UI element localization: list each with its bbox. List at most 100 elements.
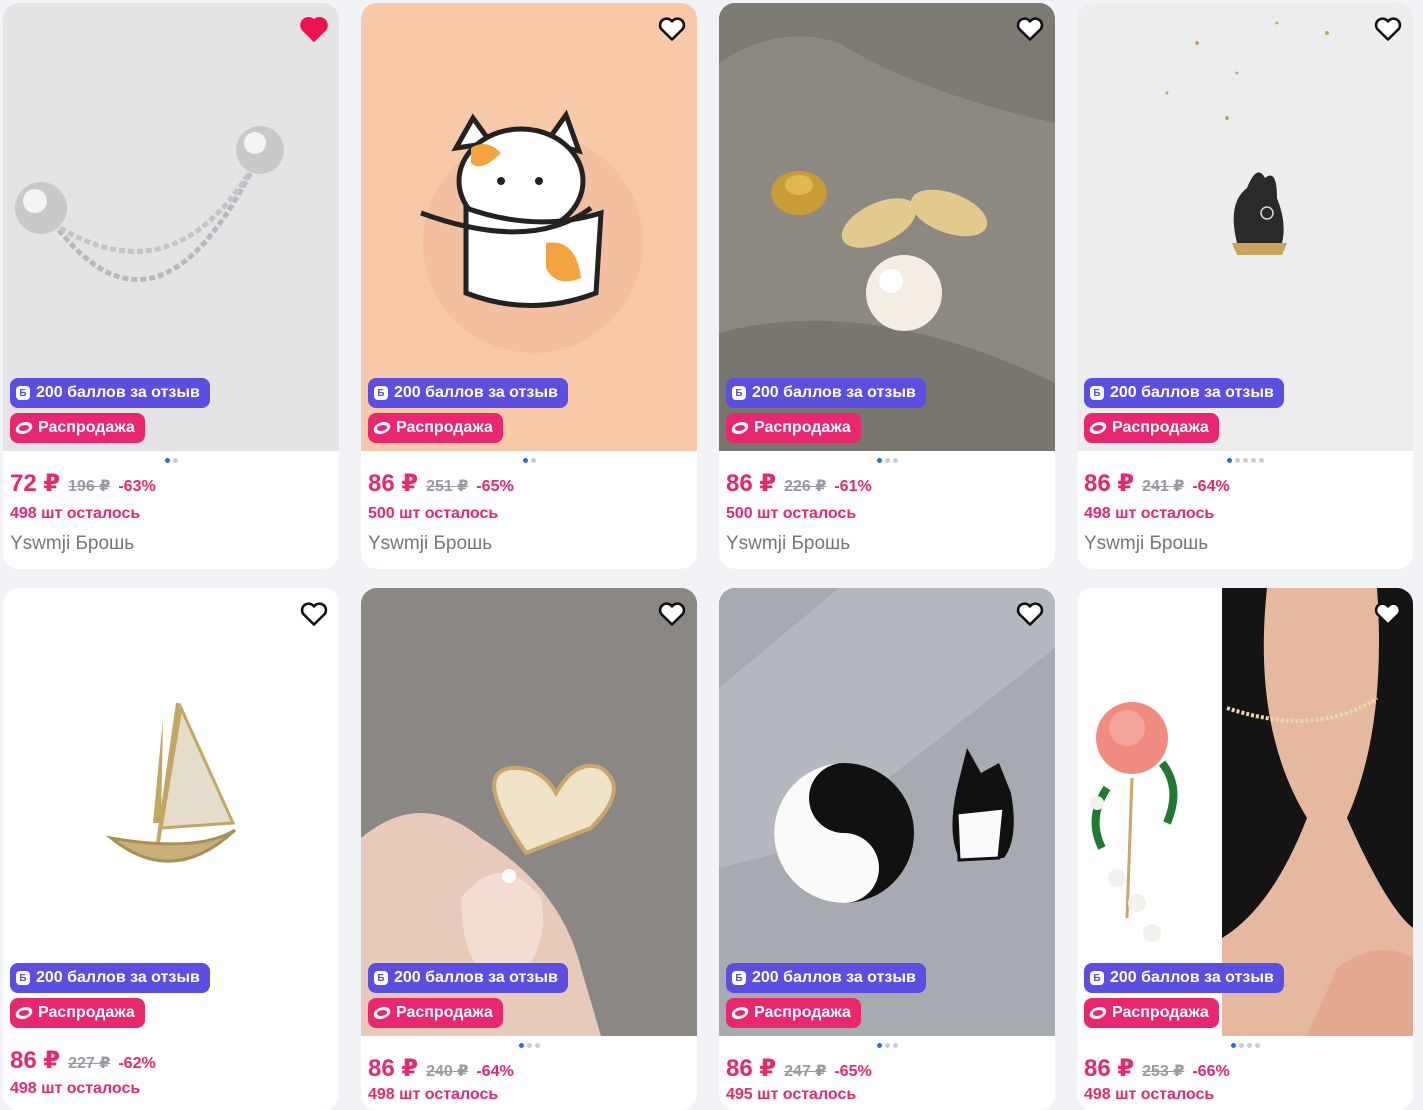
review-reward-badge: Б 200 баллов за отзыв — [1084, 378, 1284, 408]
product-card[interactable]: Б 200 баллов за отзыв Распродажа 86 ₽ 226… — [719, 3, 1055, 569]
sale-icon — [729, 1007, 751, 1019]
pagination-dot — [884, 458, 890, 463]
image-pagination — [1077, 1043, 1413, 1048]
old-price: 227 ₽ — [68, 1055, 111, 1072]
product-card[interactable]: Б 200 баллов за отзыв Распродажа 86 ₽ 251… — [361, 3, 697, 569]
favorite-heart-icon[interactable] — [299, 14, 329, 44]
current-price: 86 ₽ — [726, 470, 777, 497]
price-row: 86 ₽ 226 ₽ -61% — [726, 469, 872, 498]
pagination-dot — [518, 1043, 524, 1048]
pagination-dot — [1258, 458, 1264, 463]
favorite-heart-icon[interactable] — [1015, 599, 1045, 629]
review-reward-badge: Б 200 баллов за отзыв — [368, 963, 568, 993]
sale-badge: Распродажа — [10, 998, 145, 1028]
current-price: 86 ₽ — [368, 1055, 419, 1082]
pagination-dot — [164, 458, 170, 463]
sale-badge: Распродажа — [10, 413, 145, 443]
favorite-heart-icon[interactable] — [299, 599, 329, 629]
product-card[interactable]: Б 200 баллов за отзыв Распродажа 86 ₽ 227… — [3, 588, 339, 1110]
product-card[interactable]: Б 200 баллов за отзыв Распродажа 86 ₽ 253… — [1077, 588, 1413, 1110]
favorite-heart-icon[interactable] — [1373, 599, 1403, 629]
product-card[interactable]: Б 200 баллов за отзыв Распродажа 86 ₽ 240… — [361, 588, 697, 1110]
points-icon: Б — [16, 971, 30, 985]
price-row: 86 ₽ 253 ₽ -66% — [1084, 1054, 1230, 1083]
price-row: 86 ₽ 251 ₽ -65% — [368, 469, 514, 498]
sale-badge: Распродажа — [1084, 413, 1219, 443]
favorite-heart-icon[interactable] — [1373, 14, 1403, 44]
stock-left: 498 шт осталось — [1084, 1086, 1215, 1103]
discount-percent: -62% — [118, 1055, 156, 1072]
sale-icon — [1087, 1007, 1109, 1019]
sale-icon — [13, 1007, 35, 1019]
image-pagination — [719, 1043, 1055, 1048]
old-price: 226 ₽ — [784, 478, 827, 495]
price-row: 86 ₽ 247 ₽ -65% — [726, 1054, 872, 1083]
old-price: 253 ₽ — [1142, 1063, 1185, 1080]
price-row: 72 ₽ 196 ₽ -63% — [10, 469, 156, 498]
old-price: 240 ₽ — [426, 1063, 469, 1080]
current-price: 86 ₽ — [1084, 1055, 1135, 1082]
discount-percent: -63% — [118, 478, 156, 495]
stock-left: 495 шт осталось — [726, 1086, 857, 1103]
old-price: 251 ₽ — [426, 478, 469, 495]
points-icon: Б — [732, 971, 746, 985]
image-pagination — [361, 458, 697, 463]
current-price: 86 ₽ — [1084, 470, 1135, 497]
points-icon: Б — [374, 386, 388, 400]
old-price: 241 ₽ — [1142, 478, 1185, 495]
price-row: 86 ₽ 241 ₽ -64% — [1084, 469, 1230, 498]
product-name[interactable]: Yswmji Брошь — [726, 533, 850, 555]
pagination-dot — [892, 1043, 898, 1048]
points-icon: Б — [374, 971, 388, 985]
stock-left: 498 шт осталось — [10, 1080, 141, 1097]
pagination-dot — [1242, 458, 1248, 463]
stock-left: 498 шт осталось — [1084, 505, 1215, 522]
sale-badge: Распродажа — [726, 998, 861, 1028]
review-reward-badge: Б 200 баллов за отзыв — [1084, 963, 1284, 993]
pagination-dot — [1250, 458, 1256, 463]
current-price: 72 ₽ — [10, 470, 61, 497]
sale-icon — [13, 422, 35, 434]
sale-badge: Распродажа — [368, 413, 503, 443]
review-reward-badge: Б 200 баллов за отзыв — [10, 963, 210, 993]
product-card[interactable]: Б 200 баллов за отзыв Распродажа 86 ₽ 247… — [719, 588, 1055, 1110]
favorite-heart-icon[interactable] — [657, 599, 687, 629]
points-icon: Б — [732, 386, 746, 400]
stock-left: 500 шт осталось — [368, 505, 499, 522]
current-price: 86 ₽ — [368, 470, 419, 497]
review-reward-badge: Б 200 баллов за отзыв — [726, 963, 926, 993]
price-row: 86 ₽ 240 ₽ -64% — [368, 1054, 514, 1083]
product-name[interactable]: Yswmji Брошь — [10, 533, 134, 555]
pagination-dot — [172, 458, 178, 463]
pagination-dot — [1234, 458, 1240, 463]
pagination-dot — [1246, 1043, 1252, 1048]
pagination-dot — [534, 1043, 540, 1048]
pagination-dot — [884, 1043, 890, 1048]
discount-percent: -65% — [834, 1063, 872, 1080]
pagination-dot — [1254, 1043, 1260, 1048]
sale-badge: Распродажа — [1084, 998, 1219, 1028]
product-card[interactable]: Б 200 баллов за отзыв Распродажа 86 ₽ 241… — [1077, 3, 1413, 569]
favorite-heart-icon[interactable] — [657, 14, 687, 44]
pagination-dot — [876, 1043, 882, 1048]
image-pagination — [1077, 458, 1413, 463]
pagination-dot — [522, 458, 528, 463]
image-pagination — [3, 458, 339, 463]
stock-left: 498 шт осталось — [10, 505, 141, 522]
image-pagination — [361, 1043, 697, 1048]
points-icon: Б — [1090, 386, 1104, 400]
product-name[interactable]: Yswmji Брошь — [1084, 533, 1208, 555]
sale-badge: Распродажа — [726, 413, 861, 443]
pagination-dot — [530, 458, 536, 463]
review-reward-badge: Б 200 баллов за отзыв — [726, 378, 926, 408]
current-price: 86 ₽ — [10, 1047, 61, 1074]
discount-percent: -61% — [834, 478, 872, 495]
points-icon: Б — [16, 386, 30, 400]
discount-percent: -64% — [1192, 478, 1230, 495]
product-card[interactable]: Б 200 баллов за отзыв Распродажа 72 ₽ 196… — [3, 3, 339, 569]
product-name[interactable]: Yswmji Брошь — [368, 533, 492, 555]
sale-icon — [729, 422, 751, 434]
discount-percent: -64% — [476, 1063, 514, 1080]
stock-left: 498 шт осталось — [368, 1086, 499, 1103]
favorite-heart-icon[interactable] — [1015, 14, 1045, 44]
